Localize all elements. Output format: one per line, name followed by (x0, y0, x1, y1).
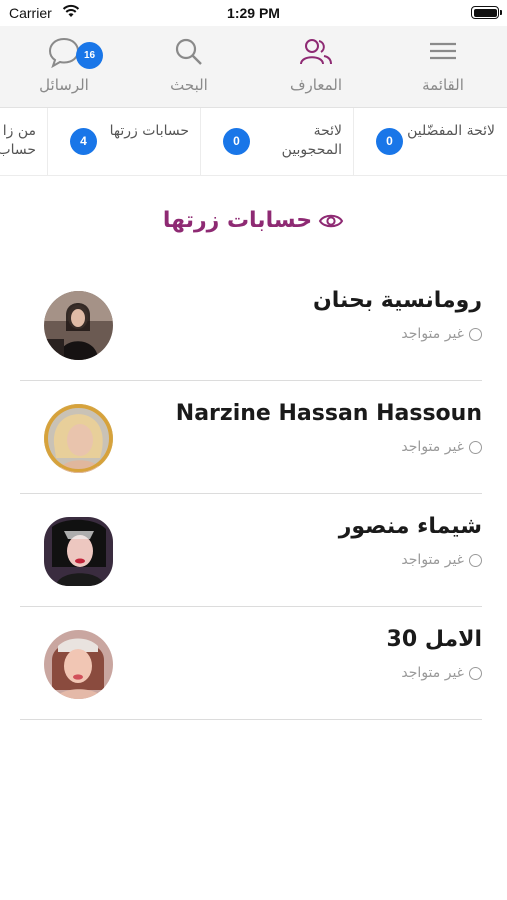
presence-status-label: غير متواجد (401, 326, 464, 342)
presence-status: غير متواجد (401, 665, 482, 681)
offline-indicator-icon (469, 666, 482, 680)
top-tab-bar: القائمة المعارف البحث 16 الرسائل (0, 26, 507, 108)
visited-accounts-list: رومانسية بحنان غير متواجد Narzine Hassan… (20, 268, 482, 720)
avatar[interactable] (44, 291, 113, 360)
menu-icon (430, 42, 456, 60)
tab-menu-label: القائمة (422, 76, 464, 94)
offline-indicator-icon (469, 553, 482, 567)
avatar[interactable] (44, 630, 113, 699)
account-name[interactable]: Narzine Hassan Hassoun (142, 401, 482, 426)
tab-search[interactable]: البحث (129, 26, 249, 108)
messages-badge: 16 (76, 42, 103, 69)
tab-search-label: البحث (170, 76, 208, 94)
section-header: حسابات زرتها (0, 208, 507, 244)
subtab-visitors-label: من زا حساب (0, 123, 36, 158)
avatar[interactable] (44, 517, 113, 586)
battery-icon (471, 6, 502, 19)
tab-contacts[interactable]: المعارف (256, 26, 376, 108)
visited-count-badge: 4 (70, 128, 97, 155)
tab-messages[interactable]: 16 الرسائل (4, 26, 124, 108)
presence-status: غير متواجد (401, 439, 482, 455)
subtab-blocked[interactable]: لائحة المحجوبين 0 (200, 108, 352, 175)
list-item[interactable]: الامل 30 غير متواجد (20, 607, 482, 720)
avatar[interactable] (44, 404, 113, 473)
subtab-favorites-label: لائحة المفضّلين (407, 123, 495, 139)
account-name[interactable]: الامل 30 (142, 627, 482, 652)
section-title: حسابات زرتها (162, 208, 313, 233)
search-icon (175, 38, 202, 65)
subtab-favorites[interactable]: لائحة المفضّلين 0 (353, 108, 505, 175)
offline-indicator-icon (469, 440, 482, 454)
favorites-count-badge: 0 (376, 128, 403, 155)
subtab-visited[interactable]: حسابات زرتها 4 (47, 108, 199, 175)
tab-messages-label: الرسائل (39, 76, 89, 94)
presence-status: غير متواجد (401, 326, 482, 342)
clock: 1:29 PM (227, 5, 280, 21)
blocked-count-badge: 0 (223, 128, 250, 155)
tab-contacts-label: المعارف (289, 76, 342, 94)
list-item[interactable]: شيماء منصور غير متواجد (20, 494, 482, 607)
status-bar: Carrier 1:29 PM (0, 0, 507, 26)
list-item[interactable]: Narzine Hassan Hassoun غير متواجد (20, 381, 482, 494)
presence-status-label: غير متواجد (401, 665, 464, 681)
sub-tab-bar: لائحة المفضّلين 0 لائحة المحجوبين 0 حساب… (0, 108, 507, 176)
people-icon (300, 39, 332, 65)
subtab-visited-label: حسابات زرتها (109, 123, 189, 139)
subtab-blocked-label: لائحة المحجوبين (281, 123, 342, 158)
offline-indicator-icon (469, 327, 482, 341)
presence-status-label: غير متواجد (401, 439, 464, 455)
subtab-visitors[interactable]: من زا حساب (0, 108, 46, 175)
tab-menu[interactable]: القائمة (383, 26, 503, 108)
account-name[interactable]: شيماء منصور (142, 514, 482, 539)
presence-status: غير متواجد (401, 552, 482, 568)
presence-status-label: غير متواجد (401, 552, 464, 568)
list-item[interactable]: رومانسية بحنان غير متواجد (20, 268, 482, 381)
eye-icon (318, 214, 344, 227)
account-name[interactable]: رومانسية بحنان (142, 288, 482, 313)
